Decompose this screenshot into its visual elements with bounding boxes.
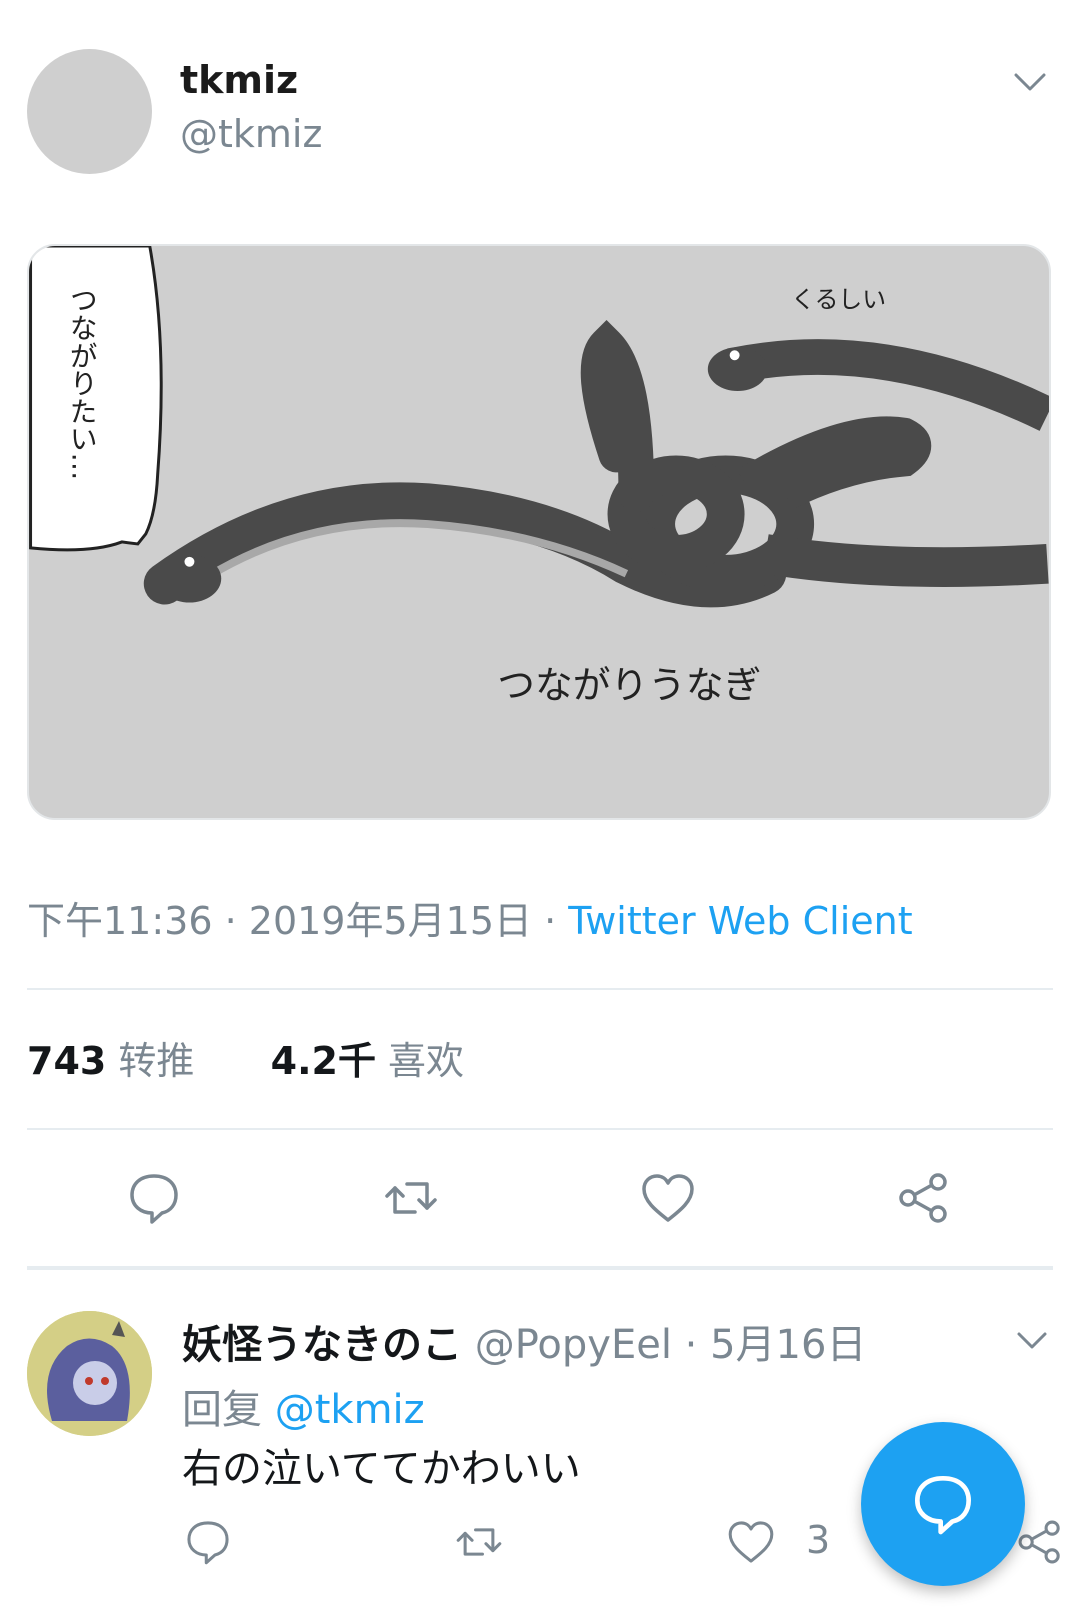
like-count: 4.2千 [270, 1039, 376, 1083]
tweet-time: 下午11:36 [27, 899, 213, 943]
compose-reply-icon [915, 1476, 971, 1535]
reply-date: 5月16日 [710, 1322, 867, 1368]
like-label: 喜欢 [388, 1039, 465, 1083]
chevron-down-icon[interactable] [1008, 60, 1052, 104]
tweet-meta: 下午11:36 · 2019年5月15日 · Twitter Web Clien… [27, 890, 913, 945]
tweet-stats: 743 转推 4.2千 喜欢 [27, 1030, 464, 1085]
tweet-date: 2019年5月15日 [248, 899, 533, 943]
reply-text: 右の泣いててかわいい [182, 1446, 581, 1492]
small-caption: くるしい [791, 286, 886, 314]
reply-header: 妖怪うなきのこ @PopyEel · 5月16日 [182, 1312, 866, 1370]
eel-right-upper [732, 339, 1049, 431]
reply-author-name[interactable]: 妖怪うなきのこ [182, 1322, 462, 1368]
like-button[interactable] [633, 1163, 703, 1233]
retweet-count: 743 [27, 1039, 107, 1083]
author-handle[interactable]: @tkmiz [180, 112, 322, 156]
reply-like-count: 3 [806, 1518, 831, 1562]
reply-retweet-button[interactable] [447, 1510, 511, 1574]
meta-separator: · [532, 899, 569, 943]
tweet-image[interactable]: つながりたい… くるしい つながりうなぎ [27, 244, 1051, 820]
retweet-button[interactable] [376, 1163, 446, 1233]
comment-bubble-icon [187, 1521, 229, 1565]
reply-button[interactable] [119, 1163, 189, 1233]
meta-separator: · [212, 899, 249, 943]
meta-separator: · [671, 1322, 711, 1368]
thread-separator [27, 1266, 1053, 1270]
comment-bubble-icon [130, 1174, 178, 1224]
reply-author-handle[interactable]: @PopyEel [475, 1322, 672, 1368]
reply-prefix: 回复 [182, 1387, 262, 1433]
speech-bubble-text: つながりたい… [66, 286, 99, 481]
heart-icon [728, 1521, 774, 1563]
retweet-icon [385, 1182, 437, 1214]
like-stat[interactable]: 4.2千 喜欢 [271, 1039, 464, 1083]
media-caption: つながりうなぎ [497, 663, 761, 707]
reply-like-button[interactable] [719, 1510, 783, 1574]
author-avatar[interactable] [27, 49, 152, 174]
chevron-down-icon[interactable] [1010, 1318, 1054, 1362]
reply-reply-button[interactable] [176, 1510, 240, 1574]
divider [27, 988, 1053, 990]
replying-to: 回复 @tkmiz [182, 1377, 425, 1435]
eel-right-body [762, 534, 1049, 587]
share-button[interactable] [889, 1163, 959, 1233]
compose-reply-button[interactable] [861, 1422, 1025, 1586]
divider [27, 1128, 1053, 1130]
heart-icon [642, 1174, 694, 1222]
retweet-label: 转推 [118, 1039, 195, 1083]
retweet-stat[interactable]: 743 转推 [27, 1039, 194, 1083]
author-name[interactable]: tkmiz [180, 58, 298, 102]
reply-author-avatar[interactable] [27, 1311, 152, 1436]
reply-mention-link[interactable]: @tkmiz [275, 1387, 425, 1433]
retweet-icon [456, 1528, 502, 1556]
tweet-source-link[interactable]: Twitter Web Client [568, 899, 912, 943]
share-icon [899, 1173, 947, 1223]
